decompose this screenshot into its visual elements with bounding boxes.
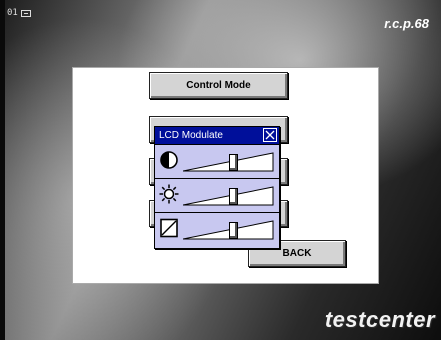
brightness-slider-thumb[interactable] xyxy=(229,188,238,205)
page-number: 01 xyxy=(7,8,18,18)
screen-edge xyxy=(0,0,5,340)
contrast-row xyxy=(155,146,279,176)
brightness-slider[interactable] xyxy=(182,186,275,206)
backlight-slider-thumb[interactable] xyxy=(229,222,238,239)
divider xyxy=(155,178,279,179)
status-bar: 01 xyxy=(7,8,31,18)
dialog-title: LCD Modulate xyxy=(159,130,223,141)
brightness-icon xyxy=(159,184,179,204)
lcd-modulate-dialog: LCD Modulate xyxy=(154,126,280,249)
divider xyxy=(155,212,279,213)
dialog-titlebar: LCD Modulate xyxy=(155,127,279,144)
contrast-slider-thumb[interactable] xyxy=(229,154,238,171)
testcenter-logo: testcenter xyxy=(324,307,435,332)
contrast-slider[interactable] xyxy=(182,152,275,172)
menu-icon[interactable] xyxy=(20,9,31,17)
backlight-row xyxy=(155,214,279,244)
contrast-icon xyxy=(159,150,179,170)
close-icon[interactable] xyxy=(263,128,277,142)
backlight-icon xyxy=(159,218,179,238)
divider xyxy=(155,144,279,145)
screen: 01 r.c.p.68 Control Mode BACK LCD Modula… xyxy=(0,0,441,340)
device-code: r.c.p.68 xyxy=(384,16,429,31)
control-mode-button[interactable]: Control Mode xyxy=(149,72,288,99)
backlight-slider[interactable] xyxy=(182,220,275,240)
brightness-row xyxy=(155,180,279,210)
